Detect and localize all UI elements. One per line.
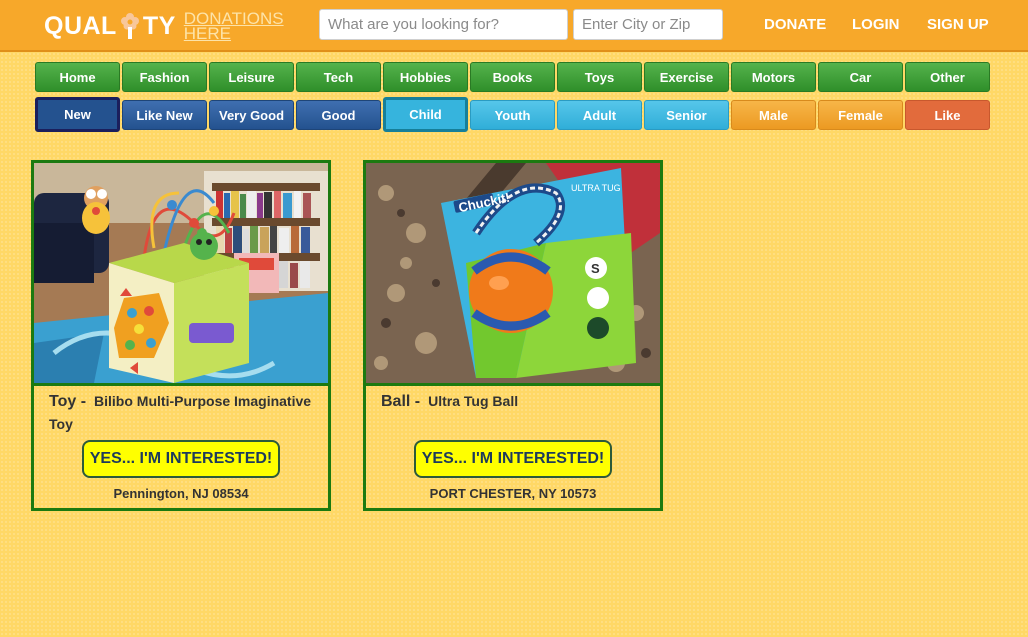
- logo-tagline: DONATIONS HERE: [183, 9, 284, 43]
- donate-link[interactable]: DONATE: [764, 16, 826, 33]
- site-logo[interactable]: QUAL TY DONATIONS HERE: [44, 6, 284, 46]
- listing-title: Ball - Ultra Tug Ball: [381, 390, 651, 413]
- signup-link[interactable]: SIGN UP: [927, 16, 989, 33]
- filter-senior[interactable]: Senior: [644, 100, 729, 130]
- pack-label: ULTRA TUG: [571, 183, 621, 193]
- filter-like-new[interactable]: Like New: [122, 100, 207, 130]
- listing-title: Toy - Bilibo Multi-Purpose Imaginative To…: [49, 390, 319, 435]
- filter-youth[interactable]: Youth: [470, 100, 555, 130]
- svg-text:S: S: [591, 261, 600, 276]
- listing-card: Toy - Bilibo Multi-Purpose Imaginative To…: [31, 160, 331, 511]
- listing-category: Toy -: [49, 393, 87, 410]
- top-header: QUALTY DONATIONSHERE DONATE LOGIN SIGN U…: [0, 0, 1028, 52]
- category-home[interactable]: Home: [35, 62, 120, 92]
- dog-toy-ball-photo[interactable]: Chuckit! ULTRA TUG S: [366, 163, 660, 386]
- activity-cube-photo[interactable]: [34, 163, 328, 386]
- login-link[interactable]: LOGIN: [852, 16, 900, 33]
- category-other[interactable]: Other: [905, 62, 990, 92]
- category-fashion[interactable]: Fashion: [122, 62, 207, 92]
- filter-new[interactable]: New: [35, 97, 120, 132]
- filter-child[interactable]: Child: [383, 97, 468, 132]
- category-exercise[interactable]: Exercise: [644, 62, 729, 92]
- filter-like[interactable]: Like: [905, 100, 990, 130]
- category-motors[interactable]: Motors: [731, 62, 816, 92]
- filter-male[interactable]: Male: [731, 100, 816, 130]
- category-leisure[interactable]: Leisure: [209, 62, 294, 92]
- category-car[interactable]: Car: [818, 62, 903, 92]
- listing-name: Bilibo Multi-Purpose Imaginative Toy: [49, 393, 312, 432]
- category-toys[interactable]: Toys: [557, 62, 642, 92]
- logo-wordmark: QUAL TY: [44, 11, 176, 41]
- interested-button[interactable]: YES... I'M INTERESTED!: [82, 440, 280, 478]
- category-tech[interactable]: Tech: [296, 62, 381, 92]
- listing-category: Ball -: [381, 393, 421, 410]
- filter-adult[interactable]: Adult: [557, 100, 642, 130]
- listing-location: Pennington, NJ 08534: [113, 486, 249, 501]
- interested-button[interactable]: YES... I'M INTERESTED!: [414, 440, 612, 478]
- location-input[interactable]: [573, 9, 723, 40]
- search-input[interactable]: [319, 9, 568, 40]
- listing-name: Ultra Tug Ball: [428, 393, 519, 409]
- filter-very-good[interactable]: Very Good: [209, 100, 294, 130]
- filter-good[interactable]: Good: [296, 100, 381, 130]
- filter-female[interactable]: Female: [818, 100, 903, 130]
- listing-location: PORT CHESTER, NY 10573: [429, 486, 597, 501]
- flower-icon: [118, 11, 142, 41]
- listing-card: Chuckit! ULTRA TUG S Ball - Ultra Tug Bal…: [363, 160, 663, 511]
- category-books[interactable]: Books: [470, 62, 555, 92]
- category-hobbies[interactable]: Hobbies: [383, 62, 468, 92]
